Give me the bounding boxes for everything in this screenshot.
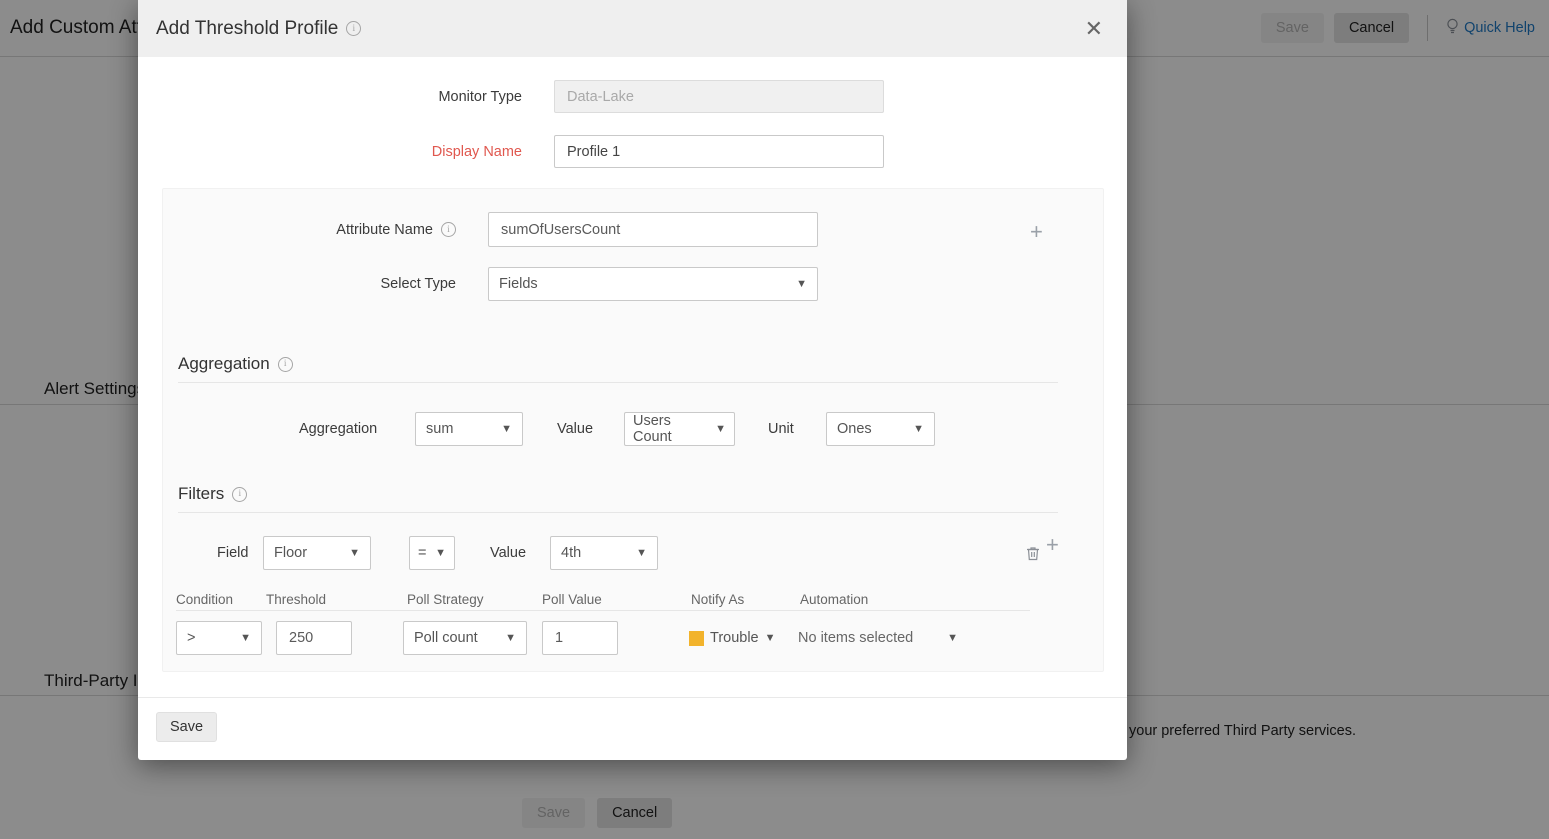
- notify-as-header: Notify As: [691, 592, 744, 607]
- automation-value: No items selected: [798, 630, 913, 646]
- value-dropdown[interactable]: Users Count ▼: [624, 412, 735, 446]
- select-type-label: Select Type: [163, 267, 456, 301]
- chevron-down-icon: ▼: [435, 547, 446, 559]
- chevron-down-icon: ▼: [947, 632, 958, 644]
- field-value: Floor: [274, 545, 307, 561]
- condition-table-divider: [176, 610, 1030, 611]
- operator-dropdown[interactable]: = ▼: [409, 536, 455, 570]
- condition-header: Condition: [176, 592, 233, 607]
- delete-filter-icon[interactable]: [1026, 545, 1040, 561]
- poll-value-field[interactable]: 1: [542, 621, 618, 655]
- close-icon[interactable]: ✕: [1079, 16, 1109, 42]
- aggregation-divider: [178, 382, 1058, 383]
- condition-value: >: [187, 630, 195, 646]
- field-label: Field: [217, 536, 248, 570]
- aggregation-heading-text: Aggregation: [178, 354, 270, 374]
- poll-strategy-dropdown[interactable]: Poll count ▼: [403, 621, 527, 655]
- add-threshold-profile-modal: Add Threshold Profile i ✕ Monitor Type D…: [138, 0, 1127, 760]
- modal-save-button[interactable]: Save: [156, 712, 217, 742]
- aggregation-heading: Aggregation i: [178, 354, 293, 374]
- modal-title: Add Threshold Profile: [156, 18, 338, 40]
- filters-heading-text: Filters: [178, 484, 224, 504]
- threshold-header: Threshold: [266, 592, 326, 607]
- monitor-type-field: Data-Lake: [554, 80, 884, 113]
- filter-value-value: 4th: [561, 545, 581, 561]
- unit-value: Ones: [837, 421, 872, 437]
- chevron-down-icon: ▼: [913, 423, 924, 435]
- modal-footer-divider: [138, 697, 1127, 698]
- trouble-status-icon: [689, 631, 704, 646]
- filters-heading: Filters i: [178, 484, 247, 504]
- poll-strategy-value: Poll count: [414, 630, 478, 646]
- title-info-icon[interactable]: i: [346, 21, 361, 36]
- add-filter-icon[interactable]: +: [1046, 534, 1059, 556]
- aggregation-label: Aggregation: [299, 412, 377, 446]
- display-name-field[interactable]: Profile 1: [554, 135, 884, 168]
- notify-as-dropdown[interactable]: Trouble ▼: [689, 630, 776, 646]
- threshold-field[interactable]: 250: [276, 621, 352, 655]
- filter-value-dropdown[interactable]: 4th ▼: [550, 536, 658, 570]
- notify-as-value: Trouble: [710, 630, 759, 646]
- automation-dropdown[interactable]: No items selected ▼: [798, 630, 958, 646]
- attribute-name-label-text: Attribute Name: [336, 222, 433, 238]
- chevron-down-icon: ▼: [715, 423, 726, 435]
- add-attribute-icon[interactable]: +: [1030, 221, 1043, 243]
- aggregation-info-icon[interactable]: i: [278, 357, 293, 372]
- aggregation-dropdown[interactable]: sum ▼: [415, 412, 523, 446]
- operator-value: =: [418, 545, 426, 561]
- poll-strategy-header: Poll Strategy: [407, 592, 484, 607]
- value-value: Users Count: [633, 413, 711, 445]
- attribute-section: Attribute Name i sumOfUsersCount + Selec…: [162, 188, 1104, 672]
- filters-info-icon[interactable]: i: [232, 487, 247, 502]
- monitor-type-label: Monitor Type: [138, 80, 522, 113]
- attribute-name-info-icon[interactable]: i: [441, 222, 456, 237]
- filters-divider: [178, 512, 1058, 513]
- poll-value-header: Poll Value: [542, 592, 602, 607]
- chevron-down-icon: ▼: [349, 547, 360, 559]
- attribute-name-field[interactable]: sumOfUsersCount: [488, 212, 818, 247]
- value-label: Value: [557, 412, 593, 446]
- chevron-down-icon: ▼: [240, 632, 251, 644]
- condition-dropdown[interactable]: > ▼: [176, 621, 262, 655]
- attribute-name-label: Attribute Name i: [163, 212, 456, 247]
- modal-header: Add Threshold Profile i ✕: [138, 0, 1127, 57]
- automation-header: Automation: [800, 592, 868, 607]
- aggregation-value: sum: [426, 421, 453, 437]
- select-type-dropdown[interactable]: Fields ▼: [488, 267, 818, 301]
- chevron-down-icon: ▼: [501, 423, 512, 435]
- field-dropdown[interactable]: Floor ▼: [263, 536, 371, 570]
- unit-dropdown[interactable]: Ones ▼: [826, 412, 935, 446]
- unit-label: Unit: [768, 412, 794, 446]
- select-type-value: Fields: [499, 276, 538, 292]
- display-name-label: Display Name: [138, 135, 522, 168]
- filter-value-label: Value: [490, 536, 526, 570]
- chevron-down-icon: ▼: [505, 632, 516, 644]
- chevron-down-icon: ▼: [765, 632, 776, 644]
- screen: Add Custom Attribute Save Cancel Quick H…: [0, 0, 1549, 839]
- chevron-down-icon: ▼: [636, 547, 647, 559]
- chevron-down-icon: ▼: [796, 278, 807, 290]
